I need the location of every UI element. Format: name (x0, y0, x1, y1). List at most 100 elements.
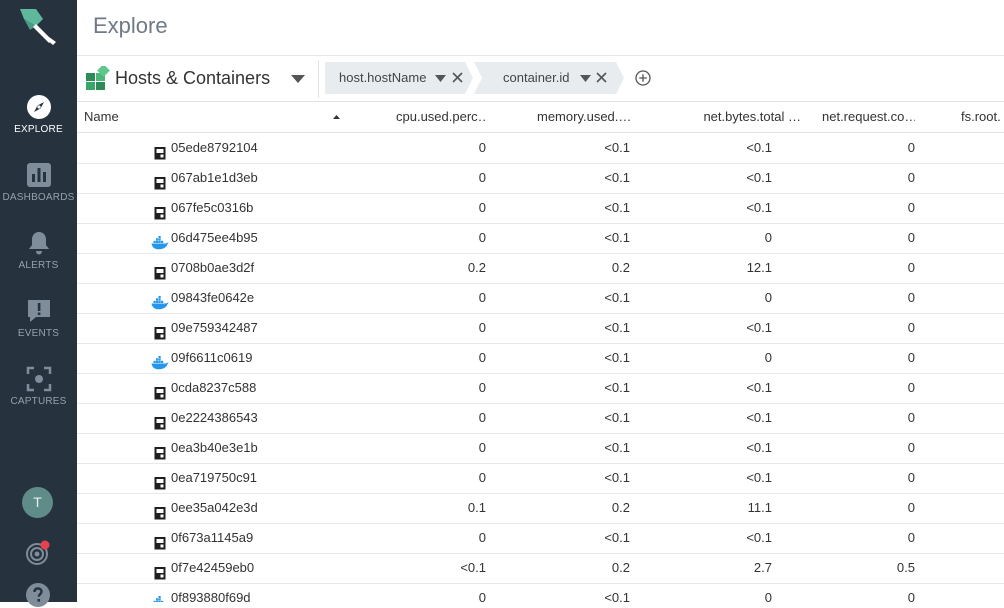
memory-cell: <0.1 (604, 290, 630, 305)
cpu-cell: 0 (478, 140, 486, 155)
table-row[interactable]: 067fe5c0316b 0 <0.1 <0.1 0 (77, 193, 1004, 224)
hosts-containers-icon (86, 66, 110, 90)
nav-alerts[interactable]: ALERTS (0, 230, 77, 271)
cpu-cell: 0 (478, 590, 486, 602)
memory-cell: <0.1 (604, 470, 630, 485)
cpu-cell: 0 (478, 170, 486, 185)
row-name: 0e2224386543 (171, 410, 258, 425)
sysdig-shovel-logo-icon[interactable] (16, 6, 60, 46)
table-row[interactable]: 06d475ee4b95 0 <0.1 0 0 (77, 223, 1004, 254)
nav-events[interactable]: EVENTS (0, 298, 77, 339)
net-request-cell: 0 (907, 590, 915, 602)
scope-selector[interactable]: Hosts & Containers (85, 65, 311, 93)
nav-dashboards-label: DASHBOARDS (2, 192, 75, 203)
net-request-cell: 0 (907, 530, 915, 545)
container-icon (153, 261, 167, 280)
cpu-cell: 0 (478, 350, 486, 365)
container-icon (153, 201, 167, 220)
breadcrumb-container-id[interactable]: container.id (474, 62, 624, 94)
container-icon (153, 381, 167, 400)
toolbar-separator (318, 60, 319, 98)
row-name: 09843fe0642e (171, 290, 255, 305)
table-row[interactable]: 0f893880f69d 0 <0.1 0 0 (77, 583, 1004, 602)
exclamation-bubble-icon (27, 300, 50, 322)
net-bytes-cell: <0.1 (746, 170, 772, 185)
sort-ascending-icon[interactable] (333, 115, 340, 119)
row-name: 0f893880f69d (171, 590, 251, 602)
table-row[interactable]: 0f7e42459eb0 <0.1 0.2 2.7 0.5 (77, 553, 1004, 584)
memory-cell: <0.1 (604, 230, 630, 245)
net-bytes-cell: <0.1 (746, 470, 772, 485)
close-icon[interactable] (452, 72, 463, 83)
nav-dashboards[interactable]: DASHBOARDS (0, 162, 77, 203)
close-icon[interactable] (596, 72, 607, 83)
net-request-cell: 0 (907, 290, 915, 305)
container-icon (153, 141, 167, 160)
column-header-net-bytes[interactable]: net.bytes.total … (677, 102, 801, 132)
nav-captures[interactable]: CAPTURES (0, 366, 77, 407)
container-icon (153, 501, 167, 520)
docker-container-icon (151, 351, 169, 370)
net-bytes-cell: 0 (764, 350, 772, 365)
add-grouping-icon[interactable] (635, 70, 651, 86)
nav-explore[interactable]: EXPLORE (0, 94, 77, 135)
net-bytes-cell: <0.1 (746, 200, 772, 215)
memory-cell: <0.1 (604, 200, 630, 215)
container-icon (153, 411, 167, 430)
memory-cell: <0.1 (604, 590, 630, 602)
bell-icon (28, 232, 49, 255)
column-header-name[interactable]: Name (84, 102, 119, 132)
memory-cell: 0.2 (611, 500, 630, 515)
row-name: 0f7e42459eb0 (171, 560, 255, 575)
net-bytes-cell: <0.1 (746, 410, 772, 425)
table-row[interactable]: 0e2224386543 0 <0.1 <0.1 0 (77, 403, 1004, 434)
net-bytes-cell: 2.7 (753, 560, 772, 575)
sidebar: EXPLORE DASHBOARDS ALERTS EVENTS CAPTURE… (0, 0, 77, 607)
table-row[interactable]: 067ab1e1d3eb 0 <0.1 <0.1 0 (77, 163, 1004, 194)
cpu-cell: 0.2 (467, 260, 486, 275)
row-name: 067ab1e1d3eb (171, 170, 258, 185)
net-request-cell: 0 (907, 230, 915, 245)
cpu-cell: 0 (478, 320, 486, 335)
table-row[interactable]: 09843fe0642e 0 <0.1 0 0 (77, 283, 1004, 314)
row-name: 06d475ee4b95 (171, 230, 258, 245)
cpu-cell: 0 (478, 230, 486, 245)
table-row[interactable]: 05ede8792104 0 <0.1 <0.1 0 (77, 133, 1004, 164)
nav-events-label: EVENTS (17, 328, 60, 339)
net-bytes-cell: 0 (764, 290, 772, 305)
column-header-net-request[interactable]: net.request.co… (822, 102, 915, 132)
chevron-down-icon[interactable] (291, 75, 305, 83)
row-name: 0ea719750c91 (171, 470, 258, 485)
table-body: 05ede8792104 0 <0.1 <0.1 0 067ab1e1d3eb 0 <0.1 <… (77, 133, 1004, 602)
column-header-memory[interactable]: memory.used.… (537, 102, 630, 132)
table-row[interactable]: 0ea3b40e3e1b 0 <0.1 <0.1 0 (77, 433, 1004, 464)
memory-cell: <0.1 (604, 410, 630, 425)
column-header-fs-root[interactable]: fs.root. (961, 102, 1001, 132)
memory-cell: 0.2 (611, 260, 630, 275)
table-row[interactable]: 0ee35a042e3d 0.1 0.2 11.1 0 (77, 493, 1004, 524)
table-row[interactable]: 0ea719750c91 0 <0.1 <0.1 0 (77, 463, 1004, 494)
net-bytes-cell: 12.1 (746, 260, 772, 275)
chevron-down-icon[interactable] (580, 75, 591, 82)
net-request-cell: 0 (907, 350, 915, 365)
cpu-cell: 0 (478, 200, 486, 215)
notifications-icon[interactable] (25, 540, 51, 566)
memory-cell: <0.1 (604, 140, 630, 155)
scope-label: Hosts & Containers (115, 68, 271, 88)
table-row[interactable]: 09f6611c0619 0 <0.1 0 0 (77, 343, 1004, 374)
main-content: Explore Hosts & Containers host.hostName (77, 0, 1004, 602)
cpu-cell: 0 (478, 470, 486, 485)
table-row[interactable]: 0f673a1145a9 0 <0.1 <0.1 0 (77, 523, 1004, 554)
table-row[interactable]: 0cda8237c588 0 <0.1 <0.1 0 (77, 373, 1004, 404)
column-header-cpu[interactable]: cpu.used.perc… (396, 102, 486, 132)
docker-container-icon (151, 291, 169, 310)
table-row[interactable]: 09e759342487 0 <0.1 <0.1 0 (77, 313, 1004, 344)
table-row[interactable]: 0708b0ae3d2f 0.2 0.2 12.1 0 (77, 253, 1004, 284)
breadcrumb-host-hostname[interactable]: host.hostName (325, 62, 473, 94)
memory-cell: <0.1 (604, 440, 630, 455)
row-name: 09f6611c0619 (171, 350, 253, 365)
user-avatar[interactable]: T (22, 487, 53, 518)
cpu-cell: 0 (478, 530, 486, 545)
help-icon[interactable] (25, 582, 51, 608)
chevron-down-icon[interactable] (435, 75, 446, 82)
